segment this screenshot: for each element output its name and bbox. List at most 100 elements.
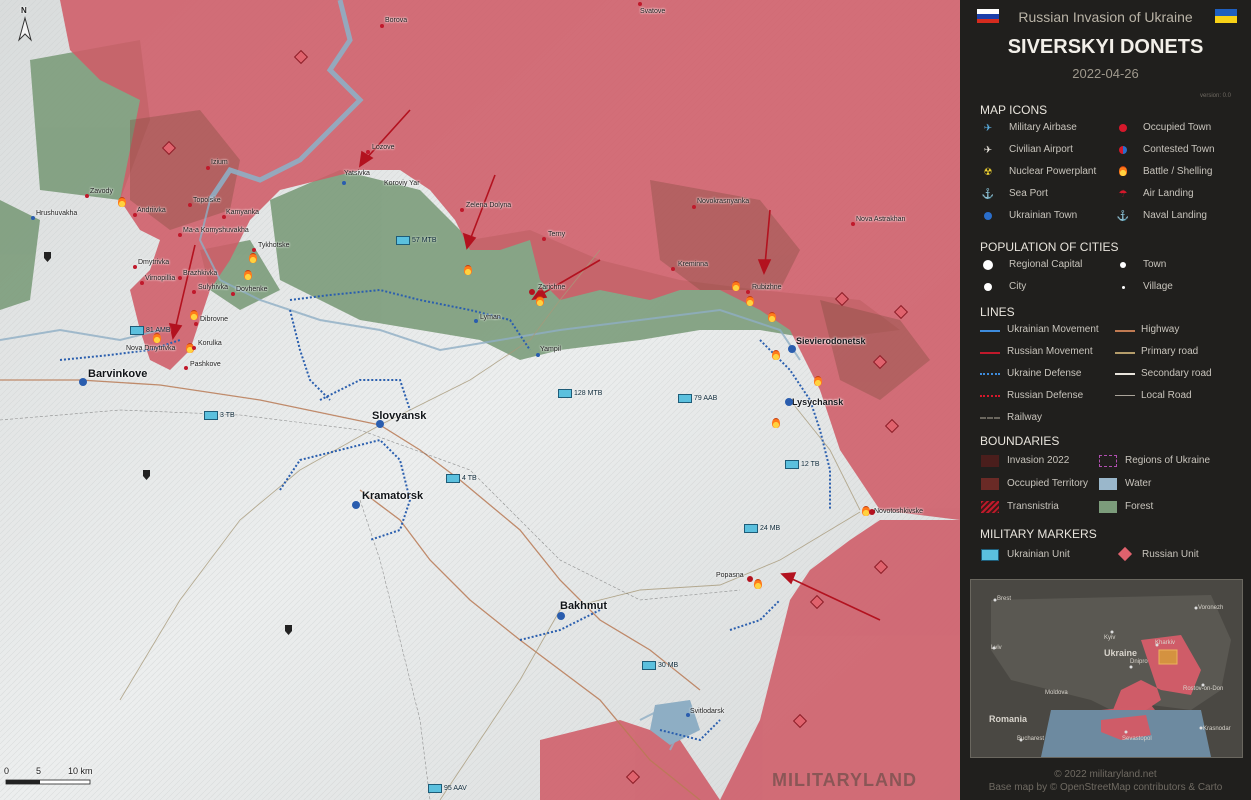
battle-icon[interactable]	[862, 506, 870, 516]
battle-icon[interactable]	[464, 265, 472, 275]
naval-landing-icon: ⚓	[1116, 210, 1130, 222]
village-icon	[1117, 281, 1129, 293]
militaryland-watermark: MILITARYLAND	[772, 770, 917, 790]
battle-icon[interactable]	[754, 579, 762, 589]
occupied-territory-swatch	[981, 478, 999, 490]
town-rubizhne[interactable]: Rubizhne	[752, 284, 782, 291]
town-korulka[interactable]: Korulka	[198, 340, 222, 347]
town-yampil[interactable]: Yampil	[540, 346, 561, 353]
section-boundaries: BOUNDARIES	[980, 434, 1060, 448]
ukrainian-unit-12-tb[interactable]: 12 TB	[785, 460, 820, 469]
contested-town-icon	[1117, 144, 1129, 156]
town-ma-a-komyshuvakha[interactable]: Ma-a Komyshuvakha	[183, 227, 249, 234]
battle-icon[interactable]	[249, 253, 257, 263]
legend-ukrainian-movement: Ukrainian Movement	[1007, 324, 1099, 335]
town-dibrovne[interactable]: Dibrovne	[200, 316, 228, 323]
ukrainian-unit-3-tb[interactable]: 3 TB	[204, 411, 235, 420]
town-brazhkivka[interactable]: Brazhkivka	[183, 270, 217, 277]
legend-occupied-town: Occupied Town	[1143, 122, 1212, 133]
town-hrushuvakha[interactable]: Hrushuvakha	[36, 210, 77, 217]
overview-inset-map[interactable]: Brest Voronezh Kyiv Kharkiv Lviv Ukraine…	[970, 579, 1243, 758]
ukraine-defense-line-icon	[980, 373, 1000, 375]
battle-icon[interactable]	[244, 270, 252, 280]
map-area[interactable]: N Slovyansk Kramatorsk Bakhmut Lysychans…	[0, 0, 960, 800]
town-nova-dmytrivka[interactable]: Nova Dmytrivka	[126, 345, 175, 352]
battle-icon[interactable]	[186, 343, 194, 353]
town-andriivka[interactable]: Andriivka	[137, 207, 166, 214]
town-sievierodonetsk[interactable]: Sievierodonetsk	[796, 336, 866, 346]
legend-water: Water	[1125, 478, 1152, 489]
ukrainian-unit-swatch	[981, 549, 999, 561]
ukrainian-unit-57-mtb[interactable]: 57 MTB	[396, 236, 437, 245]
battle-icon[interactable]	[190, 310, 198, 320]
town-zavody[interactable]: Zavody	[90, 188, 113, 195]
town-kreminna[interactable]: Kreminna	[678, 261, 708, 268]
town-lyman[interactable]: Lyman	[480, 314, 501, 321]
town-barvinkove[interactable]: Barvinkove	[88, 368, 147, 380]
inset-label-lviv: Lviv	[991, 645, 1002, 651]
town-svitlodarsk[interactable]: Svitlodarsk	[690, 708, 724, 715]
legend-nuclear-powerplant: Nuclear Powerplant	[1009, 166, 1097, 177]
scale-label-5: 5	[36, 766, 42, 776]
town-zarichne[interactable]: Zarichne	[538, 284, 565, 291]
ukrainian-unit-81-amb[interactable]: 81 AMB	[130, 326, 171, 335]
forest-swatch	[1099, 501, 1117, 513]
battle-icon[interactable]	[814, 376, 822, 386]
town-lysychansk[interactable]: Lysychansk	[792, 397, 843, 407]
town-svatove[interactable]: Svatove	[640, 8, 665, 15]
town-bakhmut[interactable]: Bakhmut	[560, 600, 607, 612]
town-nova-astrakhan[interactable]: Nova Astrakhan	[856, 216, 905, 223]
town-lozove[interactable]: Lozove	[372, 144, 395, 151]
town-dovhenke[interactable]: Dovhenke	[236, 286, 268, 293]
railway-line-icon	[980, 417, 1000, 419]
primary-road-line-icon	[1115, 352, 1135, 354]
town-virnopillia[interactable]: Virnopillia	[145, 275, 175, 282]
section-lines: LINES	[980, 305, 1015, 319]
legend-railway: Railway	[1007, 412, 1043, 423]
town-sulyhivka[interactable]: Sulyhivka	[198, 284, 228, 291]
town-popasna[interactable]: Popasna	[716, 572, 744, 579]
town-kramatorsk[interactable]: Kramatorsk	[362, 490, 423, 502]
town-terny[interactable]: Terny	[548, 231, 565, 238]
town-zelena-dolyna[interactable]: Zelena Dolyna	[466, 202, 511, 209]
legend-military-airbase: Military Airbase	[1009, 122, 1077, 133]
legend-sea-port: Sea Port	[1009, 188, 1048, 199]
occupied-town-icon	[1117, 122, 1129, 134]
inset-label-voronezh: Voronezh	[1198, 605, 1224, 611]
town-koroviy-yar[interactable]: Koroviy Yar	[384, 180, 420, 187]
footer-copyright: © 2022 militaryland.net	[1054, 769, 1157, 780]
legend-air-landing: Air Landing	[1143, 188, 1194, 199]
town-novotoshkivske[interactable]: Novotoshkivske	[874, 508, 923, 515]
town-borova[interactable]: Borova	[385, 17, 407, 24]
battle-icon[interactable]	[772, 350, 780, 360]
battle-icon[interactable]	[536, 296, 544, 306]
legend-primary-road: Primary road	[1141, 346, 1199, 357]
ukrainian-unit-30-mb[interactable]: 30 MB	[642, 661, 678, 670]
ukrainian-unit-95-aav[interactable]: 95 AAV	[428, 784, 467, 793]
ukrainian-unit-24-mb[interactable]: 24 MB	[744, 524, 780, 533]
town-novokrasnyanka[interactable]: Novokrasnyanka	[697, 198, 749, 205]
ukrainian-unit-128-mtb[interactable]: 128 MTB	[558, 389, 602, 398]
ukrainian-unit-79-aab[interactable]: 79 AAB	[678, 394, 717, 403]
legend-village: Village	[1143, 281, 1173, 292]
town-topolske[interactable]: Topolske	[193, 197, 221, 204]
russian-movement-line-icon	[980, 352, 1000, 354]
ukrainian-unit-4-tb[interactable]: 4 TB	[446, 474, 477, 483]
legend-occupied-territory: Occupied Territory	[1007, 478, 1088, 489]
town-pashkove[interactable]: Pashkove	[190, 361, 221, 368]
section-map-icons: MAP ICONS	[980, 103, 1048, 117]
battle-icon[interactable]	[732, 281, 740, 291]
town-slovyansk[interactable]: Slovyansk	[372, 410, 426, 422]
battle-icon[interactable]	[772, 418, 780, 428]
town-kamyanka[interactable]: Kamyanka	[226, 209, 259, 216]
town-yatsivka[interactable]: Yatsivka	[344, 170, 370, 177]
russian-unit-swatch	[1117, 546, 1133, 562]
town-dmytrivka[interactable]: Dmytrivka	[138, 259, 169, 266]
airbase-icon: ✈	[983, 122, 993, 134]
battle-icon[interactable]	[118, 197, 126, 207]
town-izium[interactable]: Izium	[211, 159, 228, 166]
battle-icon[interactable]	[153, 333, 161, 343]
battle-icon[interactable]	[746, 296, 754, 306]
battle-icon[interactable]	[768, 312, 776, 322]
town-tykhotske[interactable]: Tykhotske	[258, 242, 290, 249]
